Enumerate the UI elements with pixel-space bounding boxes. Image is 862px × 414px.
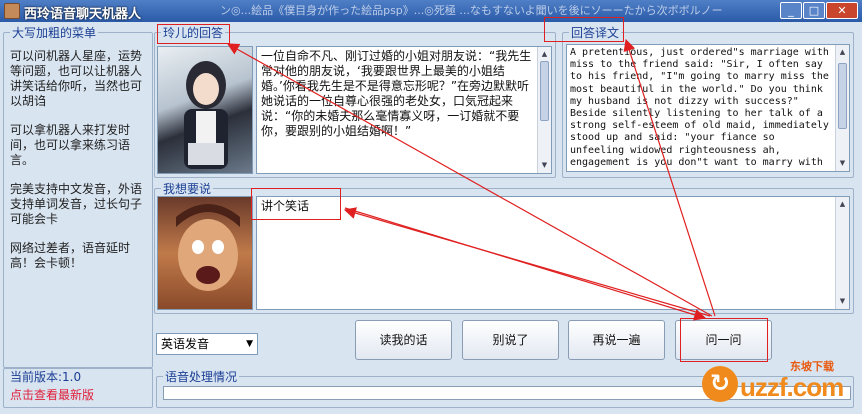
uzzf-watermark: ↻ 东坡下载 uzzf.com	[700, 358, 860, 410]
annotation-arrows	[226, 38, 716, 321]
uzzf-logo-icon: ↻	[702, 366, 738, 402]
watermark-line2: uzzf.com	[740, 372, 844, 402]
